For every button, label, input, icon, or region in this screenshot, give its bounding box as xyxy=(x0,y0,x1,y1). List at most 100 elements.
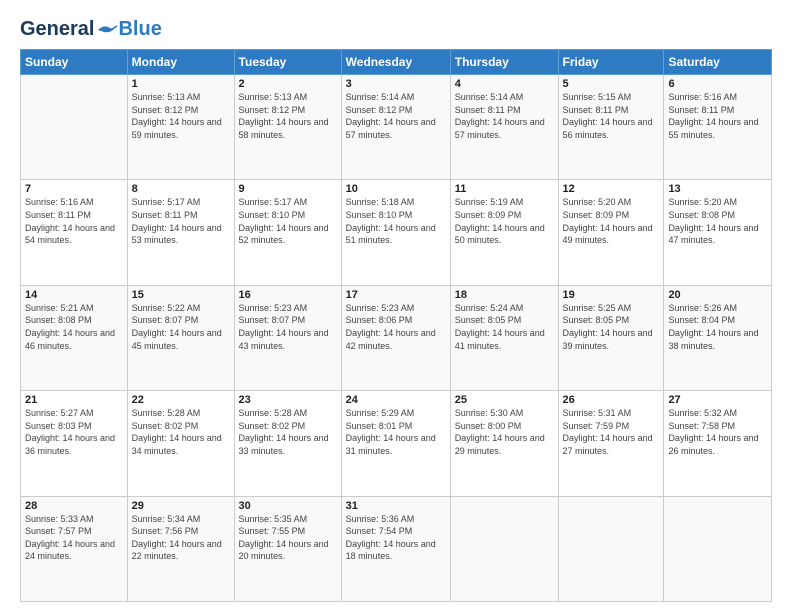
day-number: 15 xyxy=(132,289,230,301)
day-number: 8 xyxy=(132,183,230,195)
day-number: 2 xyxy=(239,78,337,90)
logo-blue-text: Blue xyxy=(118,18,161,41)
day-info: Sunrise: 5:26 AMSunset: 8:04 PMDaylight:… xyxy=(668,302,767,352)
day-number: 17 xyxy=(346,289,446,301)
calendar-cell: 2Sunrise: 5:13 AMSunset: 8:12 PMDaylight… xyxy=(234,75,341,180)
calendar-cell: 19Sunrise: 5:25 AMSunset: 8:05 PMDayligh… xyxy=(558,285,664,390)
day-number: 13 xyxy=(668,183,767,195)
day-info: Sunrise: 5:17 AMSunset: 8:10 PMDaylight:… xyxy=(239,196,337,246)
calendar-cell: 28Sunrise: 5:33 AMSunset: 7:57 PMDayligh… xyxy=(21,496,128,601)
day-number: 16 xyxy=(239,289,337,301)
day-info: Sunrise: 5:36 AMSunset: 7:54 PMDaylight:… xyxy=(346,513,446,563)
calendar-cell: 13Sunrise: 5:20 AMSunset: 8:08 PMDayligh… xyxy=(664,180,772,285)
calendar-cell: 25Sunrise: 5:30 AMSunset: 8:00 PMDayligh… xyxy=(450,391,558,496)
day-number: 6 xyxy=(668,78,767,90)
day-info: Sunrise: 5:34 AMSunset: 7:56 PMDaylight:… xyxy=(132,513,230,563)
day-info: Sunrise: 5:14 AMSunset: 8:11 PMDaylight:… xyxy=(455,91,554,141)
day-info: Sunrise: 5:13 AMSunset: 8:12 PMDaylight:… xyxy=(132,91,230,141)
day-info: Sunrise: 5:20 AMSunset: 8:08 PMDaylight:… xyxy=(668,196,767,246)
day-number: 29 xyxy=(132,500,230,512)
day-number: 7 xyxy=(25,183,123,195)
calendar-cell: 31Sunrise: 5:36 AMSunset: 7:54 PMDayligh… xyxy=(341,496,450,601)
day-info: Sunrise: 5:24 AMSunset: 8:05 PMDaylight:… xyxy=(455,302,554,352)
calendar-cell: 27Sunrise: 5:32 AMSunset: 7:58 PMDayligh… xyxy=(664,391,772,496)
logo-general-text: General xyxy=(20,18,94,41)
day-info: Sunrise: 5:28 AMSunset: 8:02 PMDaylight:… xyxy=(239,407,337,457)
day-info: Sunrise: 5:35 AMSunset: 7:55 PMDaylight:… xyxy=(239,513,337,563)
calendar-cell: 14Sunrise: 5:21 AMSunset: 8:08 PMDayligh… xyxy=(21,285,128,390)
calendar-cell: 10Sunrise: 5:18 AMSunset: 8:10 PMDayligh… xyxy=(341,180,450,285)
calendar-cell: 30Sunrise: 5:35 AMSunset: 7:55 PMDayligh… xyxy=(234,496,341,601)
calendar-cell: 22Sunrise: 5:28 AMSunset: 8:02 PMDayligh… xyxy=(127,391,234,496)
day-info: Sunrise: 5:22 AMSunset: 8:07 PMDaylight:… xyxy=(132,302,230,352)
weekday-header-saturday: Saturday xyxy=(664,50,772,75)
calendar-cell: 18Sunrise: 5:24 AMSunset: 8:05 PMDayligh… xyxy=(450,285,558,390)
calendar-cell: 6Sunrise: 5:16 AMSunset: 8:11 PMDaylight… xyxy=(664,75,772,180)
day-info: Sunrise: 5:21 AMSunset: 8:08 PMDaylight:… xyxy=(25,302,123,352)
day-info: Sunrise: 5:33 AMSunset: 7:57 PMDaylight:… xyxy=(25,513,123,563)
day-number: 27 xyxy=(668,394,767,406)
calendar-cell: 26Sunrise: 5:31 AMSunset: 7:59 PMDayligh… xyxy=(558,391,664,496)
calendar-table: SundayMondayTuesdayWednesdayThursdayFrid… xyxy=(20,49,772,602)
day-info: Sunrise: 5:30 AMSunset: 8:00 PMDaylight:… xyxy=(455,407,554,457)
calendar-cell: 23Sunrise: 5:28 AMSunset: 8:02 PMDayligh… xyxy=(234,391,341,496)
day-info: Sunrise: 5:23 AMSunset: 8:06 PMDaylight:… xyxy=(346,302,446,352)
calendar-cell: 29Sunrise: 5:34 AMSunset: 7:56 PMDayligh… xyxy=(127,496,234,601)
day-number: 4 xyxy=(455,78,554,90)
calendar-cell: 5Sunrise: 5:15 AMSunset: 8:11 PMDaylight… xyxy=(558,75,664,180)
calendar-cell: 3Sunrise: 5:14 AMSunset: 8:12 PMDaylight… xyxy=(341,75,450,180)
day-info: Sunrise: 5:16 AMSunset: 8:11 PMDaylight:… xyxy=(25,196,123,246)
weekday-header-friday: Friday xyxy=(558,50,664,75)
weekday-header-row: SundayMondayTuesdayWednesdayThursdayFrid… xyxy=(21,50,772,75)
weekday-header-monday: Monday xyxy=(127,50,234,75)
day-number: 28 xyxy=(25,500,123,512)
day-info: Sunrise: 5:31 AMSunset: 7:59 PMDaylight:… xyxy=(563,407,660,457)
day-info: Sunrise: 5:18 AMSunset: 8:10 PMDaylight:… xyxy=(346,196,446,246)
logo-bird-icon xyxy=(96,22,118,38)
calendar-cell: 15Sunrise: 5:22 AMSunset: 8:07 PMDayligh… xyxy=(127,285,234,390)
calendar-cell: 17Sunrise: 5:23 AMSunset: 8:06 PMDayligh… xyxy=(341,285,450,390)
calendar-cell: 11Sunrise: 5:19 AMSunset: 8:09 PMDayligh… xyxy=(450,180,558,285)
calendar-cell: 8Sunrise: 5:17 AMSunset: 8:11 PMDaylight… xyxy=(127,180,234,285)
day-number: 22 xyxy=(132,394,230,406)
calendar-cell xyxy=(450,496,558,601)
day-info: Sunrise: 5:17 AMSunset: 8:11 PMDaylight:… xyxy=(132,196,230,246)
logo: General Blue xyxy=(20,18,162,41)
day-info: Sunrise: 5:27 AMSunset: 8:03 PMDaylight:… xyxy=(25,407,123,457)
day-number: 14 xyxy=(25,289,123,301)
calendar-cell: 16Sunrise: 5:23 AMSunset: 8:07 PMDayligh… xyxy=(234,285,341,390)
day-number: 19 xyxy=(563,289,660,301)
day-info: Sunrise: 5:29 AMSunset: 8:01 PMDaylight:… xyxy=(346,407,446,457)
day-number: 11 xyxy=(455,183,554,195)
calendar-cell xyxy=(21,75,128,180)
calendar-week-row: 21Sunrise: 5:27 AMSunset: 8:03 PMDayligh… xyxy=(21,391,772,496)
day-number: 5 xyxy=(563,78,660,90)
day-info: Sunrise: 5:15 AMSunset: 8:11 PMDaylight:… xyxy=(563,91,660,141)
day-info: Sunrise: 5:25 AMSunset: 8:05 PMDaylight:… xyxy=(563,302,660,352)
day-info: Sunrise: 5:28 AMSunset: 8:02 PMDaylight:… xyxy=(132,407,230,457)
day-info: Sunrise: 5:32 AMSunset: 7:58 PMDaylight:… xyxy=(668,407,767,457)
calendar: SundayMondayTuesdayWednesdayThursdayFrid… xyxy=(20,49,772,602)
calendar-page: General Blue SundayMondayTuesdayWednesda… xyxy=(0,0,792,612)
day-info: Sunrise: 5:16 AMSunset: 8:11 PMDaylight:… xyxy=(668,91,767,141)
day-info: Sunrise: 5:20 AMSunset: 8:09 PMDaylight:… xyxy=(563,196,660,246)
calendar-week-row: 14Sunrise: 5:21 AMSunset: 8:08 PMDayligh… xyxy=(21,285,772,390)
day-number: 3 xyxy=(346,78,446,90)
calendar-cell xyxy=(558,496,664,601)
calendar-cell: 7Sunrise: 5:16 AMSunset: 8:11 PMDaylight… xyxy=(21,180,128,285)
day-number: 25 xyxy=(455,394,554,406)
calendar-week-row: 1Sunrise: 5:13 AMSunset: 8:12 PMDaylight… xyxy=(21,75,772,180)
weekday-header-sunday: Sunday xyxy=(21,50,128,75)
calendar-cell: 24Sunrise: 5:29 AMSunset: 8:01 PMDayligh… xyxy=(341,391,450,496)
day-number: 31 xyxy=(346,500,446,512)
calendar-cell xyxy=(664,496,772,601)
day-number: 30 xyxy=(239,500,337,512)
day-info: Sunrise: 5:19 AMSunset: 8:09 PMDaylight:… xyxy=(455,196,554,246)
day-number: 21 xyxy=(25,394,123,406)
day-info: Sunrise: 5:23 AMSunset: 8:07 PMDaylight:… xyxy=(239,302,337,352)
day-number: 12 xyxy=(563,183,660,195)
calendar-week-row: 28Sunrise: 5:33 AMSunset: 7:57 PMDayligh… xyxy=(21,496,772,601)
calendar-cell: 21Sunrise: 5:27 AMSunset: 8:03 PMDayligh… xyxy=(21,391,128,496)
calendar-cell: 12Sunrise: 5:20 AMSunset: 8:09 PMDayligh… xyxy=(558,180,664,285)
weekday-header-tuesday: Tuesday xyxy=(234,50,341,75)
